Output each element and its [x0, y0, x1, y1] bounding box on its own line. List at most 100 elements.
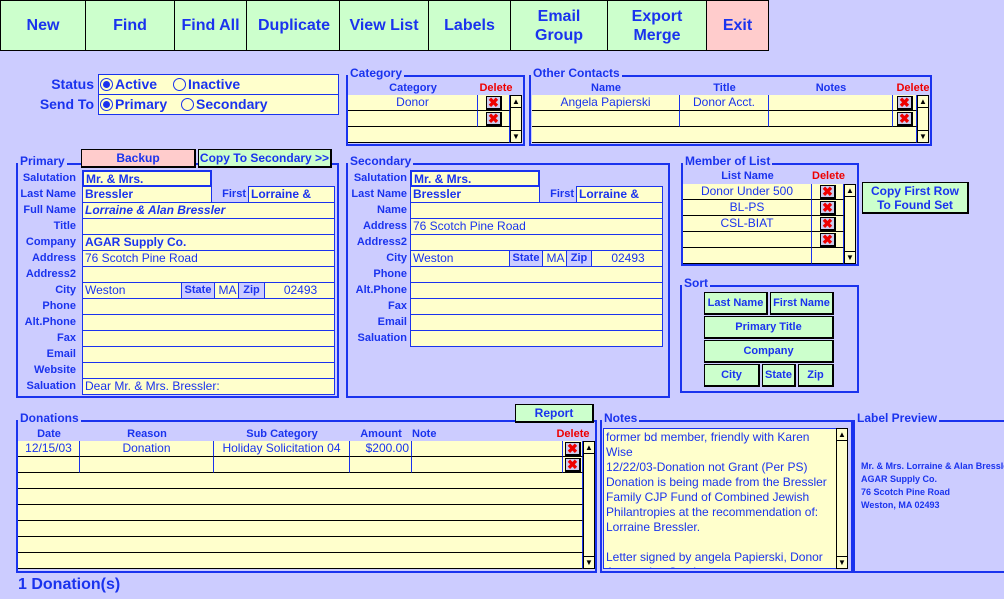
radio-icon[interactable]	[100, 98, 113, 111]
scroll-up-icon[interactable]: ▲	[837, 429, 847, 441]
scroll-up-icon[interactable]: ▲	[584, 442, 594, 454]
primary-first-name-field[interactable]: Lorraine &	[248, 186, 335, 203]
list-name-cell[interactable]	[683, 232, 812, 248]
donation-sub-cell[interactable]: Holiday Solicitation 04	[214, 441, 350, 457]
secondary-zip-field[interactable]: 02493	[591, 250, 663, 267]
donation-empty-row[interactable]	[18, 505, 583, 521]
send_to-option-primary[interactable]: Primary	[100, 96, 167, 113]
sort-company-button[interactable]: Company	[704, 340, 834, 363]
list-name-cell[interactable]: BL-PS	[683, 200, 812, 216]
contact-delete-button[interactable]: ✖	[897, 96, 913, 110]
toolbar-find-button[interactable]: Find	[85, 0, 175, 51]
sort-last-name-button[interactable]: Last Name	[704, 292, 768, 315]
primary-zip-field[interactable]: 02493	[264, 282, 335, 299]
secondary-salutation-field[interactable]: Mr. & Mrs.	[410, 170, 540, 187]
contact-notes-cell[interactable]	[769, 95, 893, 111]
category-delete-button[interactable]: ✖	[486, 96, 502, 110]
donation-delete-button[interactable]: ✖	[565, 458, 581, 472]
toolbar-new-button[interactable]: New	[0, 0, 86, 51]
scroll-down-icon[interactable]: ▼	[511, 130, 521, 142]
donation-note-cell[interactable]	[412, 441, 563, 457]
toolbar-labels-button[interactable]: Labels	[428, 0, 511, 51]
donation-empty-row[interactable]	[18, 521, 583, 537]
toolbar-find-all-button[interactable]: Find All	[174, 0, 247, 51]
category-row-cell[interactable]	[348, 111, 478, 127]
primary-company-field[interactable]: AGAR Supply Co.	[82, 234, 335, 251]
donation-amount-cell[interactable]	[350, 457, 412, 473]
report-button[interactable]: Report	[515, 404, 594, 423]
sort-city-button[interactable]: City	[704, 364, 760, 387]
category-scrollbar[interactable]: ▲ ▼	[510, 95, 522, 143]
copy-first-row-button[interactable]: Copy First Row To Found Set	[862, 182, 969, 214]
notes-textarea[interactable]: former bd member, friendly with Karen Wi…	[603, 428, 837, 569]
primary-city-field[interactable]: Weston	[82, 282, 182, 299]
scroll-down-icon[interactable]: ▼	[837, 556, 847, 568]
other-contacts-scrollbar[interactable]: ▲ ▼	[917, 95, 929, 143]
status-option-inactive[interactable]: Inactive	[173, 76, 240, 93]
primary-address-field[interactable]: 76 Scotch Pine Road	[82, 250, 335, 267]
donation-empty-row[interactable]	[18, 473, 583, 489]
contact-notes-cell[interactable]	[769, 111, 893, 127]
radio-icon[interactable]	[100, 78, 113, 91]
primary-website-field[interactable]	[82, 362, 335, 379]
secondary-name-field[interactable]	[410, 202, 663, 219]
primary-state-field[interactable]: MA	[214, 282, 239, 299]
primary-saluation-field[interactable]: Dear Mr. & Mrs. Bressler:	[82, 378, 335, 395]
scroll-up-icon[interactable]: ▲	[511, 96, 521, 108]
contact-title-cell[interactable]	[680, 111, 769, 127]
secondary-city-field[interactable]: Weston	[410, 250, 510, 267]
radio-icon[interactable]	[181, 98, 194, 111]
primary-email-field[interactable]	[82, 346, 335, 363]
donation-empty-row[interactable]	[18, 537, 583, 553]
donation-delete-button[interactable]: ✖	[565, 442, 581, 456]
scroll-down-icon[interactable]: ▼	[918, 130, 928, 142]
toolbar-email-group-button[interactable]: Email Group	[510, 0, 608, 51]
scroll-down-icon[interactable]: ▼	[845, 251, 855, 263]
donation-reason-cell[interactable]	[80, 457, 214, 473]
copy-to-secondary-button[interactable]: Copy To Secondary >>	[198, 149, 332, 168]
primary-fax-field[interactable]	[82, 330, 335, 347]
sort-state-button[interactable]: State	[762, 364, 796, 387]
list-delete-button[interactable]: ✖	[820, 201, 836, 215]
radio-icon[interactable]	[173, 78, 186, 91]
secondary-address-field[interactable]: 76 Scotch Pine Road	[410, 218, 663, 235]
status-option-active[interactable]: Active	[100, 76, 157, 93]
secondary-last-name-field[interactable]: Bressler	[410, 186, 540, 203]
toolbar-duplicate-button[interactable]: Duplicate	[246, 0, 340, 51]
contact-name-cell[interactable]: Angela Papierski	[532, 95, 680, 111]
scroll-down-icon[interactable]: ▼	[584, 556, 594, 568]
primary-full-name-field[interactable]: Lorraine & Alan Bressler	[82, 202, 335, 219]
list-delete-button[interactable]: ✖	[820, 185, 836, 199]
secondary-first-name-field[interactable]: Lorraine &	[576, 186, 663, 203]
sort-first-name-button[interactable]: First Name	[770, 292, 834, 315]
scroll-up-icon[interactable]: ▲	[845, 185, 855, 197]
primary-alt-phone-field[interactable]	[82, 314, 335, 331]
contact-empty-row[interactable]	[532, 127, 917, 143]
backup-button[interactable]: Backup	[81, 149, 196, 168]
toolbar-exit-button[interactable]: Exit	[706, 0, 769, 51]
donation-sub-cell[interactable]	[214, 457, 350, 473]
scroll-up-icon[interactable]: ▲	[918, 96, 928, 108]
primary-last-name-field[interactable]: Bressler	[82, 186, 212, 203]
notes-scrollbar[interactable]: ▲ ▼	[836, 428, 848, 569]
donation-reason-cell[interactable]: Donation	[80, 441, 214, 457]
donation-date-cell[interactable]	[18, 457, 80, 473]
donation-empty-row[interactable]	[18, 489, 583, 505]
primary-title-field[interactable]	[82, 218, 335, 235]
list-name-cell[interactable]: Donor Under 500	[683, 184, 812, 200]
contact-delete-button[interactable]: ✖	[897, 112, 913, 126]
donation-empty-row[interactable]	[18, 553, 583, 569]
secondary-address2-field[interactable]	[410, 234, 663, 251]
category-delete-button[interactable]: ✖	[486, 112, 502, 126]
category-row-cell[interactable]: Donor	[348, 95, 478, 111]
secondary-phone-field[interactable]	[410, 266, 663, 283]
category-row-cell[interactable]	[348, 127, 510, 143]
list-delete-button[interactable]: ✖	[820, 217, 836, 231]
contact-name-cell[interactable]	[532, 111, 680, 127]
list-delete-button[interactable]: ✖	[820, 233, 836, 247]
send_to-option-secondary[interactable]: Secondary	[181, 96, 268, 113]
donation-amount-cell[interactable]: $200.00	[350, 441, 412, 457]
sort-zip-button[interactable]: Zip	[798, 364, 834, 387]
contact-title-cell[interactable]: Donor Acct.	[680, 95, 769, 111]
primary-phone-field[interactable]	[82, 298, 335, 315]
